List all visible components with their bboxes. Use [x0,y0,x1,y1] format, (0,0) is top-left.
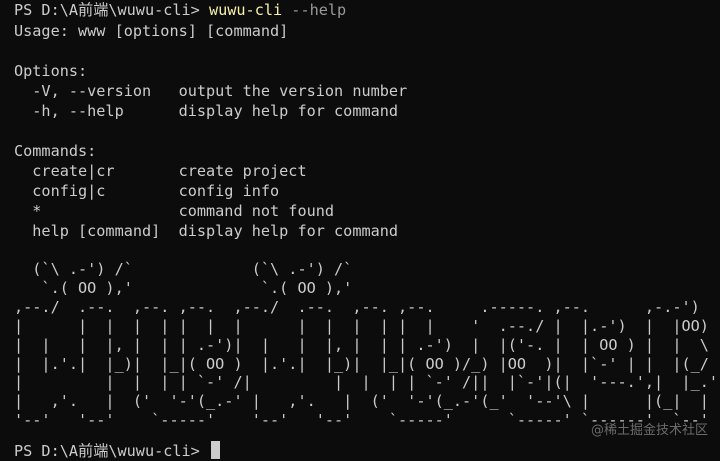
command-wildcard: * command not found [14,202,335,220]
terminal-window[interactable]: PS D:\A前端\wuwu-cli> wuwu-cli --help Usag… [0,0,720,461]
usage-line: Usage: www [options] [command] [14,22,289,40]
command-name: wuwu-cli [208,1,283,19]
text-cursor [210,441,220,459]
ascii-art-banner: (`\ .-') /` (`\ .-') /` `.( OO ),' `.( O… [14,260,719,430]
option-help: -h, --help display help for command [14,102,399,120]
option-version: -V, --version output the version number [14,82,408,100]
options-heading: Options: [14,62,88,80]
command-line: PS D:\A前端\wuwu-cli> wuwu-cli --help [14,0,346,20]
final-prompt-line[interactable]: PS D:\A前端\wuwu-cli> [14,441,220,461]
final-prompt: PS D:\A前端\wuwu-cli> [14,442,200,460]
command-args: --help [291,1,347,19]
prompt: PS D:\A前端\wuwu-cli> [14,1,200,19]
command-help: help [command] display help for command [14,222,399,240]
command-create: create|cr create project [14,162,307,180]
commands-heading: Commands: [14,142,97,160]
command-config: config|c config info [14,182,280,200]
watermark: @稀土掘金技术社区 [590,423,708,438]
